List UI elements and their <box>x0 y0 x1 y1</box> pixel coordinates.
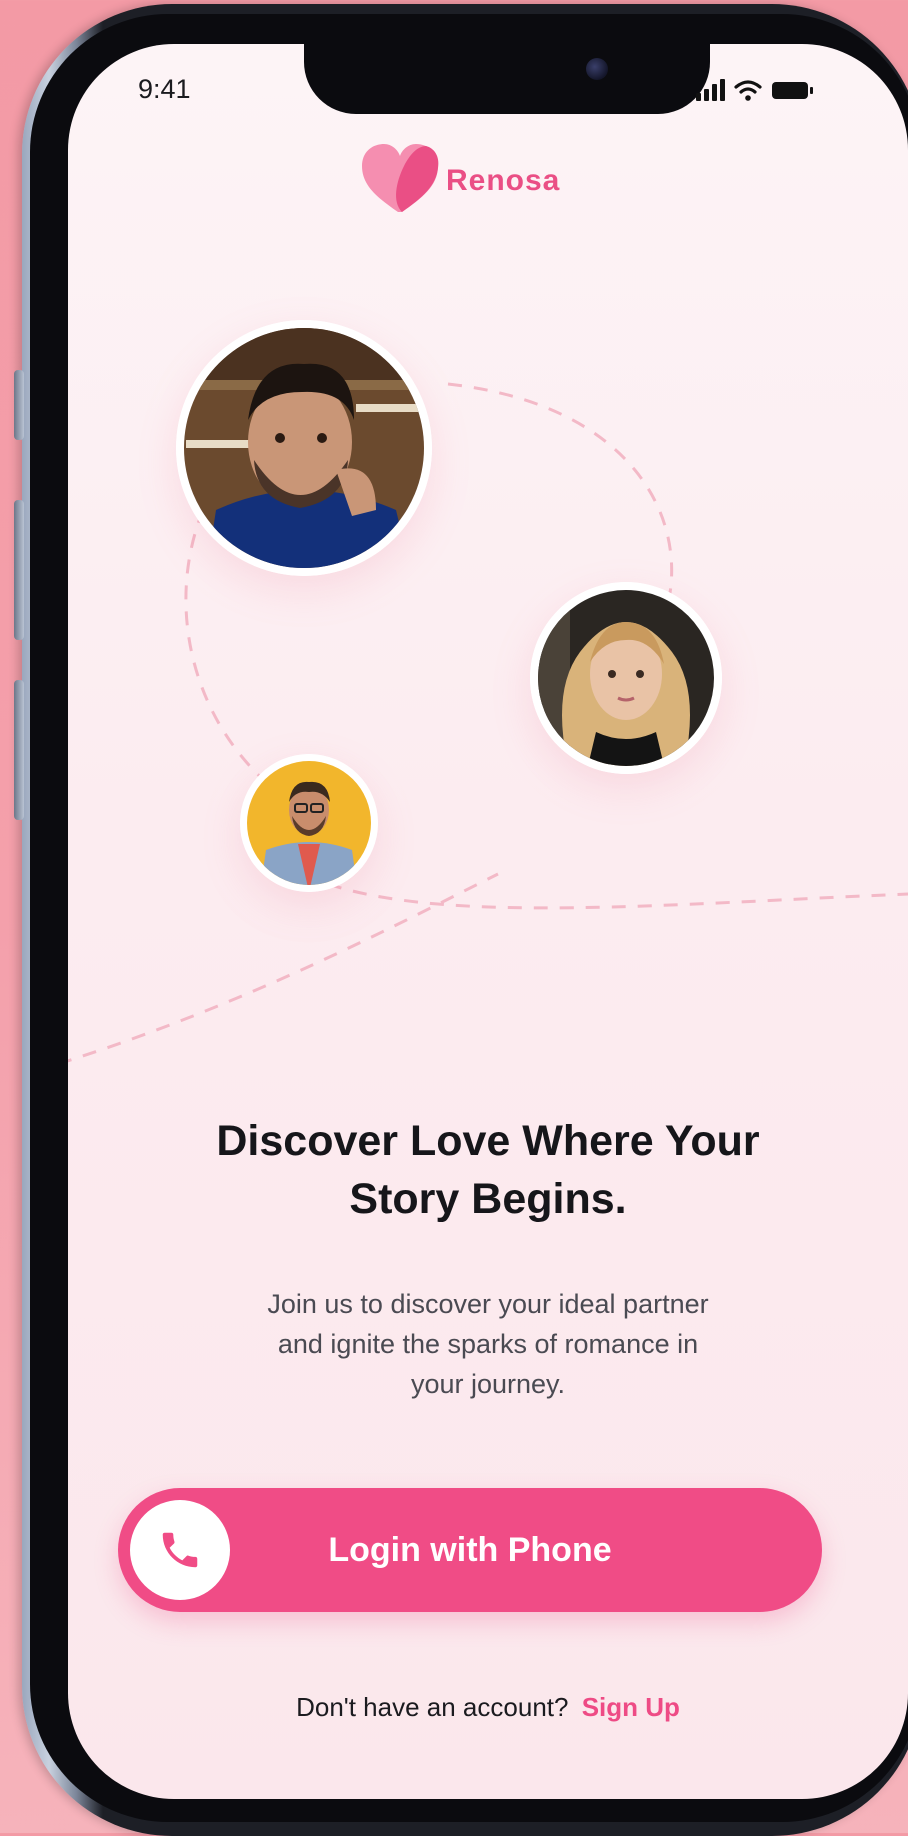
volume-down-button <box>14 680 24 820</box>
front-camera <box>586 58 608 80</box>
signup-prompt: Don't have an account? <box>296 1692 569 1722</box>
battery-icon <box>772 82 813 99</box>
brand-header: Renosa <box>68 142 908 214</box>
profile-avatar-3[interactable] <box>240 754 378 892</box>
headline-line-2: Story Begins. <box>349 1175 627 1223</box>
heart-logo-icon <box>362 144 439 212</box>
headline: Discover Love Where Your Story Begins. <box>68 1112 908 1228</box>
volume-up-button <box>14 500 24 640</box>
profile-avatar-2[interactable] <box>530 582 722 774</box>
signup-row: Don't have an account? Sign Up <box>68 1692 908 1723</box>
notch <box>304 44 710 114</box>
signup-link[interactable]: Sign Up <box>582 1692 680 1722</box>
mute-switch <box>14 370 24 440</box>
brand-name: Renosa <box>446 164 561 197</box>
headline-line-1: Discover Love Where Your <box>216 1117 760 1165</box>
signal-icon <box>696 79 725 101</box>
avatar-photo-man-glasses <box>240 754 378 892</box>
status-time: 9:41 <box>138 74 191 104</box>
status-icons <box>696 79 813 101</box>
profile-avatar-1[interactable] <box>176 320 432 576</box>
avatar-photo-woman <box>530 582 722 774</box>
login-with-phone-button[interactable]: Login with Phone <box>118 1488 822 1612</box>
subtext-line-3: your journey. <box>410 1369 566 1399</box>
avatar-photo-man <box>176 320 432 576</box>
wifi-icon <box>734 80 762 94</box>
app-screen: 9:41 Renosa Discover Love Where Your Sto… <box>68 44 908 1799</box>
subtext-line-2: and ignite the sparks of romance in <box>277 1329 699 1359</box>
login-button-label: Login with Phone <box>328 1531 612 1569</box>
subtext-line-1: Join us to discover your ideal partner <box>267 1289 709 1319</box>
subtext: Join us to discover your ideal partner a… <box>68 1284 908 1404</box>
